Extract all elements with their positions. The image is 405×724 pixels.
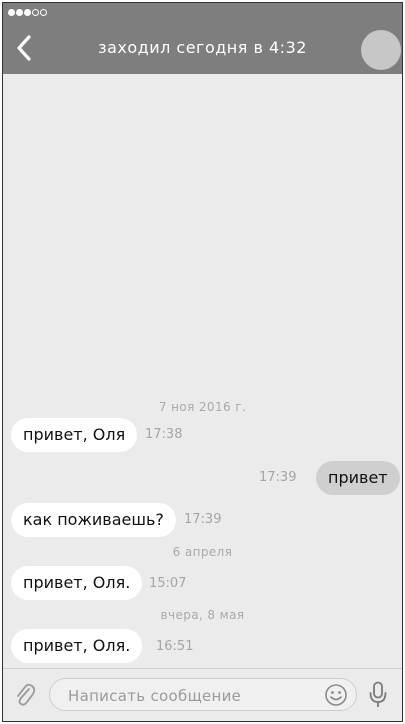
message-input[interactable]: Написать сообщение	[49, 678, 357, 711]
avatar[interactable]	[361, 30, 401, 70]
date-separator: 6 апреля	[172, 545, 233, 559]
chevron-left-icon	[17, 35, 31, 61]
paperclip-icon[interactable]	[14, 681, 36, 709]
back-button[interactable]	[9, 31, 39, 65]
message-time: 17:39	[184, 512, 222, 527]
message-time: 15:07	[149, 576, 187, 591]
incoming-message[interactable]: привет, Оля	[11, 418, 138, 452]
smiley-icon[interactable]	[324, 683, 348, 707]
message-input-placeholder: Написать сообщение	[68, 687, 242, 705]
chat-header: заходил сегодня в 4:32	[3, 3, 402, 74]
message-time: 17:38	[145, 427, 183, 442]
incoming-message[interactable]: привет, Оля.	[11, 629, 143, 663]
last-seen-status: заходил сегодня в 4:32	[98, 38, 307, 57]
outgoing-message[interactable]: привет	[316, 461, 400, 495]
message-time: 17:39	[259, 470, 297, 485]
incoming-message[interactable]: как поживаешь?	[11, 503, 176, 537]
message-feed[interactable]: 7 ноя 2016 г. привет, Оля 17:38 17:39 пр…	[3, 74, 402, 672]
phone-screen: заходил сегодня в 4:32 7 ноя 2016 г. при…	[2, 2, 403, 722]
incoming-message[interactable]: привет, Оля.	[11, 566, 143, 600]
signal-strength-icon	[8, 9, 47, 16]
date-separator: вчера, 8 мая	[160, 608, 245, 622]
date-separator: 7 ноя 2016 г.	[158, 400, 247, 414]
message-time: 16:51	[156, 639, 194, 654]
message-composer: Написать сообщение	[3, 668, 402, 721]
microphone-icon[interactable]	[368, 681, 388, 709]
